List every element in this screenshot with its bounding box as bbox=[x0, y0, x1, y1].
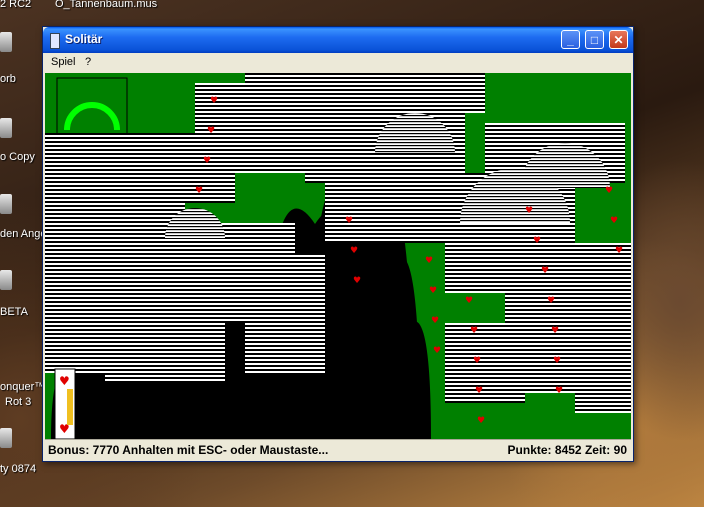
stacked-card-edges bbox=[325, 173, 445, 243]
desktop-label-orb[interactable]: orb bbox=[0, 73, 16, 85]
heart-pip: ♥ bbox=[553, 356, 561, 366]
menu-bar: Spiel ? bbox=[43, 53, 633, 73]
card-cascade-animation: ♥♥♥♥♥♥♥♥♥♥♥♥♥♥♥♥♥♥♥♥♥♥♥♥♥♥ ♥ ♥ bbox=[45, 73, 631, 439]
heart-pip: ♥ bbox=[353, 276, 361, 286]
heart-pip: ♥ bbox=[465, 296, 473, 306]
heart-pip: ♥ bbox=[477, 416, 485, 426]
score-time-readout: Punkte: 8452 Zeit: 90 bbox=[508, 443, 627, 457]
desktop-label-beta[interactable]: BETA bbox=[0, 306, 28, 318]
svg-text:♥: ♥ bbox=[59, 374, 70, 388]
title-bar[interactable]: Solitär _ □ ✕ bbox=[43, 27, 633, 53]
desktop-icon[interactable] bbox=[0, 194, 12, 214]
heart-pip: ♥ bbox=[429, 286, 437, 296]
heart-pip: ♥ bbox=[350, 246, 358, 256]
heart-pip: ♥ bbox=[473, 356, 481, 366]
heart-pip: ♥ bbox=[615, 246, 623, 256]
heart-pip: ♥ bbox=[345, 216, 353, 226]
bonus-message: Bonus: 7770 Anhalten mit ESC- oder Maust… bbox=[48, 443, 329, 457]
maximize-button[interactable]: □ bbox=[585, 30, 604, 49]
solitaire-window: Solitär _ □ ✕ Spiel ? ♥ ♥ ♥ ♥ ♥ ♥ ♥ ♥ ♥ … bbox=[42, 26, 634, 462]
stacked-card-edges bbox=[245, 253, 325, 373]
desktop-icon[interactable] bbox=[0, 32, 12, 52]
minimize-button[interactable]: _ bbox=[561, 30, 580, 49]
score-value: 8452 bbox=[554, 443, 582, 457]
desktop-label-conquer[interactable]: onquer™ bbox=[0, 381, 45, 393]
heart-pip: ♥ bbox=[555, 386, 563, 396]
heart-pip: ♥ bbox=[475, 386, 483, 396]
time-value: 90 bbox=[613, 443, 627, 457]
score-label: Punkte: bbox=[507, 443, 552, 457]
time-label: Zeit: bbox=[584, 443, 611, 457]
heart-pip: ♥ bbox=[605, 186, 613, 196]
desktop-label-rot3[interactable]: Rot 3 bbox=[5, 396, 31, 408]
heart-pip: ♥ bbox=[431, 316, 439, 326]
heart-pip: ♥ bbox=[541, 266, 549, 276]
heart-pip: ♥ bbox=[525, 206, 533, 216]
close-button[interactable]: ✕ bbox=[609, 30, 628, 49]
stacked-card-edges bbox=[105, 323, 225, 383]
desktop-icon[interactable] bbox=[0, 270, 12, 290]
king-of-hearts-card: ♥ ♥ bbox=[54, 368, 76, 439]
menu-help[interactable]: ? bbox=[85, 56, 91, 68]
desktop-label-ty[interactable]: ty 0874 bbox=[0, 463, 36, 475]
solitaire-app-icon bbox=[50, 33, 60, 49]
window-title: Solitär bbox=[65, 32, 103, 46]
heart-pip: ♥ bbox=[547, 296, 555, 306]
stacked-card-edges bbox=[445, 323, 525, 403]
stacked-card-edges bbox=[375, 73, 485, 113]
status-bar: Bonus: 7770 Anhalten mit ESC- oder Maust… bbox=[45, 439, 631, 460]
heart-pip: ♥ bbox=[207, 126, 215, 136]
heart-pip: ♥ bbox=[203, 156, 211, 166]
heart-pip: ♥ bbox=[551, 326, 559, 336]
desktop-icon[interactable] bbox=[0, 118, 12, 138]
desktop-label-music-file[interactable]: O_Tannenbaum.mus bbox=[55, 0, 157, 10]
heart-pip: ♥ bbox=[195, 186, 203, 196]
stacked-card-edges bbox=[575, 273, 631, 413]
desktop-icon[interactable] bbox=[0, 428, 12, 448]
stock-pile[interactable] bbox=[56, 77, 128, 139]
heart-pip: ♥ bbox=[470, 326, 478, 336]
heart-pip: ♥ bbox=[610, 216, 618, 226]
card-trail-arch bbox=[379, 321, 431, 439]
desktop-label-top-left[interactable]: 2 RC2 bbox=[0, 0, 31, 10]
heart-pip: ♥ bbox=[425, 256, 433, 266]
heart-pip: ♥ bbox=[210, 96, 218, 106]
game-table[interactable]: ♥ ♥ ♥ ♥ ♥ ♥ ♥ ♥ ♥ ♥ ♥ ♥ ♥ ♥ ♥ ♥ ♥ ♥ ♥ ♥ ♥ ♥ ♥ ♥ ♥ ♥ ♥ ♥ bbox=[45, 73, 631, 439]
desktop-label-angel[interactable]: den Ange bbox=[0, 228, 47, 240]
heart-pip: ♥ bbox=[433, 346, 441, 356]
menu-spiel[interactable]: Spiel bbox=[51, 56, 75, 68]
desktop-label-copy[interactable]: o Copy bbox=[0, 151, 35, 163]
heart-pip: ♥ bbox=[533, 236, 541, 246]
